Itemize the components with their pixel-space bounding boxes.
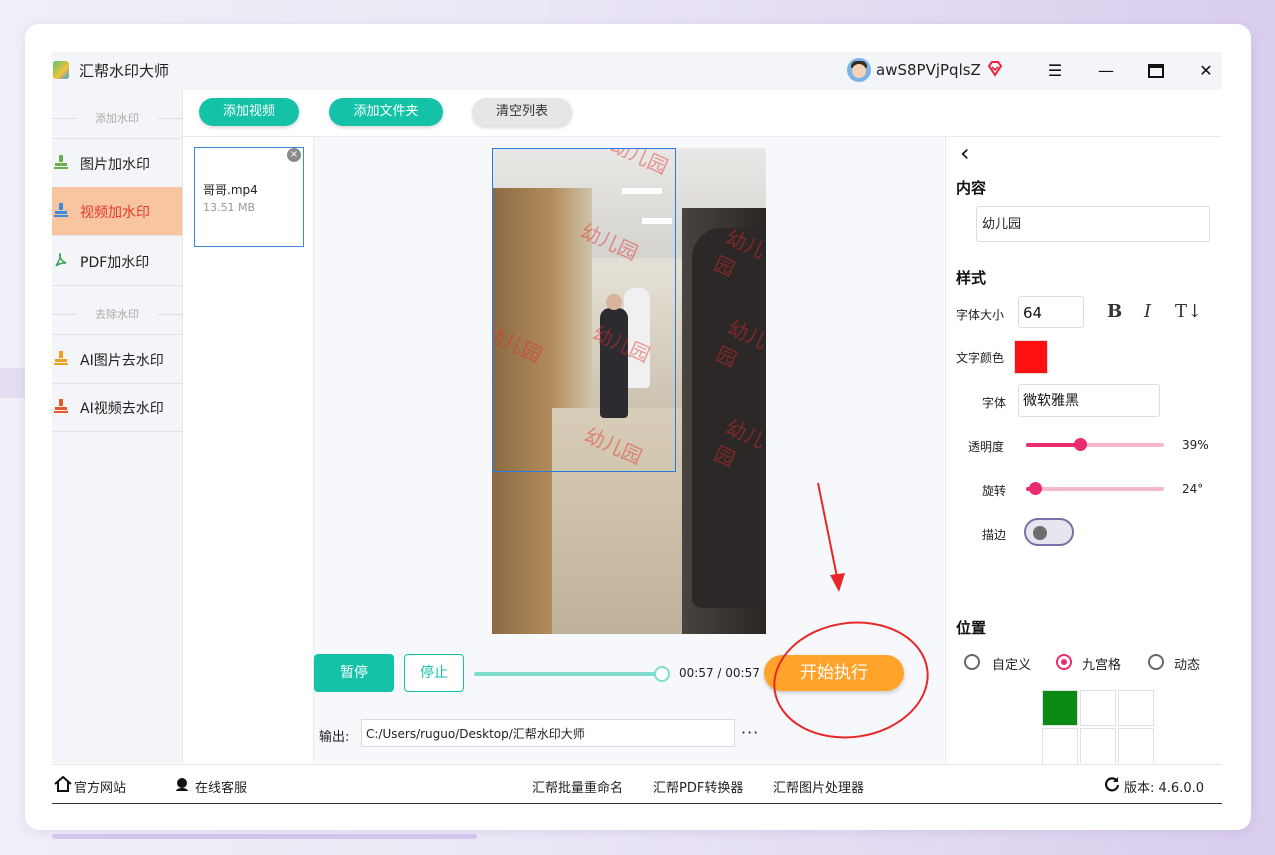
app-window: 汇帮水印大师 awS8PVjPqlsZ ☰ — ✕ 添加水印 图片加水印 视频加… xyxy=(52,52,1223,804)
progress-knob[interactable] xyxy=(654,666,670,682)
sidebar-item-video-watermark[interactable]: 视频加水印 xyxy=(52,187,182,236)
stroke-label: 描边 xyxy=(982,528,1007,542)
add-folder-button[interactable]: 添加文件夹 xyxy=(329,98,443,126)
watermark-selection-box[interactable] xyxy=(492,148,676,472)
remove-file-icon[interactable]: × xyxy=(287,148,301,162)
app-logo-icon xyxy=(53,61,69,79)
user-avatar[interactable] xyxy=(847,58,871,82)
font-size-label: 字体大小 xyxy=(956,308,1005,322)
sidebar-item-label: AI视频去水印 xyxy=(80,401,164,417)
pdf-icon xyxy=(55,253,67,267)
progress-track[interactable] xyxy=(474,672,662,676)
stamp-icon xyxy=(54,399,68,413)
radio-nine-grid[interactable] xyxy=(1056,654,1072,670)
stamp-icon xyxy=(54,203,68,217)
position-grid xyxy=(1042,690,1156,763)
text-color-swatch[interactable] xyxy=(1014,340,1048,374)
sidebar-item-ai-video-remove[interactable]: AI视频去水印 xyxy=(52,383,182,432)
sidebar-item-ai-image-remove[interactable]: AI图片去水印 xyxy=(52,334,182,384)
close-button[interactable]: ✕ xyxy=(1195,60,1217,82)
sidebar-item-pdf-watermark[interactable]: PDF加水印 xyxy=(52,237,182,286)
toolbar: 添加视频 添加文件夹 清空列表 xyxy=(183,90,1222,137)
grid-cell-top-right[interactable] xyxy=(1118,690,1154,726)
sidebar-item-label: 图片加水印 xyxy=(80,157,150,173)
pause-button[interactable]: 暂停 xyxy=(314,654,394,692)
clear-list-button[interactable]: 清空列表 xyxy=(472,98,572,126)
online-support-link[interactable]: 在线客服 xyxy=(195,777,247,796)
status-bar: 官方网站 在线客服 汇帮批量重命名 汇帮PDF转换器 汇帮图片处理器 版本: 4… xyxy=(52,764,1222,804)
font-select[interactable]: 微软雅黑 xyxy=(1018,384,1160,417)
time-display: 00:57 / 00:57 xyxy=(679,666,760,680)
text-color-label: 文字颜色 xyxy=(956,351,1005,365)
add-video-button[interactable]: 添加视频 xyxy=(199,98,299,126)
stop-button[interactable]: 停止 xyxy=(404,654,464,692)
preview-area: 幼儿园 幼儿园 幼儿园 幼儿园 幼儿园 幼儿园 幼儿园 幼儿园 暂停 停止 00… xyxy=(314,137,944,763)
radio-label-custom: 自定义 xyxy=(992,658,1032,673)
sidebar: 添加水印 图片加水印 视频加水印 PDF加水印 去除水印 AI图片去水印 AI视… xyxy=(52,90,183,763)
stamp-icon xyxy=(54,351,68,365)
file-name: 哥哥.mp4 xyxy=(203,183,258,197)
refresh-icon[interactable] xyxy=(1104,776,1120,792)
section-title-remove-watermark: 去除水印 xyxy=(52,306,182,322)
version-label: 版本: 4.6.0.0 xyxy=(1124,781,1204,796)
output-path-field[interactable]: C:/Users/ruguo/Desktop/汇帮水印大师 xyxy=(361,719,735,747)
position-heading: 位置 xyxy=(956,619,987,637)
section-title-add-watermark: 添加水印 xyxy=(52,110,182,126)
opacity-label: 透明度 xyxy=(968,440,1005,454)
text-direction-button[interactable]: T↓ xyxy=(1175,301,1202,322)
bold-button[interactable]: B xyxy=(1107,301,1122,322)
italic-button[interactable]: I xyxy=(1144,301,1151,322)
grid-cell-middle-left[interactable] xyxy=(1042,728,1078,763)
stamp-icon xyxy=(54,155,68,169)
home-icon xyxy=(54,776,72,792)
radio-custom[interactable] xyxy=(964,654,980,670)
sidebar-item-label: PDF加水印 xyxy=(80,255,150,271)
radio-label-dynamic: 动态 xyxy=(1174,658,1201,673)
file-size: 13.51 MB xyxy=(203,201,256,214)
sidebar-item-label: 视频加水印 xyxy=(80,205,150,221)
stroke-toggle[interactable] xyxy=(1024,518,1074,546)
footer-link-image[interactable]: 汇帮图片处理器 xyxy=(773,777,864,796)
vip-diamond-icon xyxy=(987,61,1003,77)
grid-cell-middle-right[interactable] xyxy=(1118,728,1154,763)
output-label: 输出: xyxy=(319,730,350,745)
minimize-button[interactable]: — xyxy=(1095,60,1117,82)
back-icon[interactable]: ‹ xyxy=(960,139,970,167)
rotation-value: 24° xyxy=(1182,482,1204,496)
video-preview: 幼儿园 幼儿园 幼儿园 幼儿园 幼儿园 幼儿园 幼儿园 幼儿园 xyxy=(492,148,766,634)
headset-icon xyxy=(176,778,188,791)
rotation-slider[interactable] xyxy=(1026,482,1164,495)
file-list: × 哥哥.mp4 13.51 MB xyxy=(183,137,314,763)
menu-icon[interactable]: ☰ xyxy=(1044,60,1066,82)
title-bar: 汇帮水印大师 awS8PVjPqlsZ ☰ — ✕ xyxy=(52,52,1222,90)
sidebar-item-label: AI图片去水印 xyxy=(80,353,164,369)
radio-label-nine-grid: 九宫格 xyxy=(1082,658,1122,673)
background-decoration-bar xyxy=(52,834,477,839)
opacity-value: 39% xyxy=(1182,438,1209,452)
content-heading: 内容 xyxy=(956,179,987,197)
rotation-label: 旋转 xyxy=(982,484,1007,498)
content-input[interactable]: 幼儿园 xyxy=(976,206,1210,242)
footer-link-pdf[interactable]: 汇帮PDF转换器 xyxy=(653,777,743,796)
grid-cell-middle-center[interactable] xyxy=(1080,728,1116,763)
start-button[interactable]: 开始执行 xyxy=(764,655,904,691)
grid-cell-top-center[interactable] xyxy=(1080,690,1116,726)
sidebar-item-image-watermark[interactable]: 图片加水印 xyxy=(52,138,182,188)
browse-more-icon[interactable]: ··· xyxy=(741,723,759,742)
font-size-input[interactable]: 64 xyxy=(1018,296,1084,328)
settings-panel: ‹ 内容 幼儿园 样式 字体大小 64 B I T↓ 文字颜色 字体 微软雅黑 … xyxy=(945,137,1223,763)
opacity-slider[interactable] xyxy=(1026,438,1164,451)
grid-cell-top-left[interactable] xyxy=(1042,690,1078,726)
footer-link-rename[interactable]: 汇帮批量重命名 xyxy=(532,777,623,796)
font-label: 字体 xyxy=(982,396,1007,410)
file-card[interactable]: × 哥哥.mp4 13.51 MB xyxy=(194,147,304,247)
official-website-link[interactable]: 官方网站 xyxy=(74,777,126,796)
style-heading: 样式 xyxy=(956,269,987,287)
maximize-button[interactable] xyxy=(1145,60,1167,82)
opacity-slider-thumb[interactable] xyxy=(1073,438,1087,451)
app-title: 汇帮水印大师 xyxy=(79,62,170,80)
rotation-slider-thumb[interactable] xyxy=(1029,482,1043,495)
username[interactable]: awS8PVjPqlsZ xyxy=(876,61,981,79)
radio-dynamic[interactable] xyxy=(1148,654,1164,670)
